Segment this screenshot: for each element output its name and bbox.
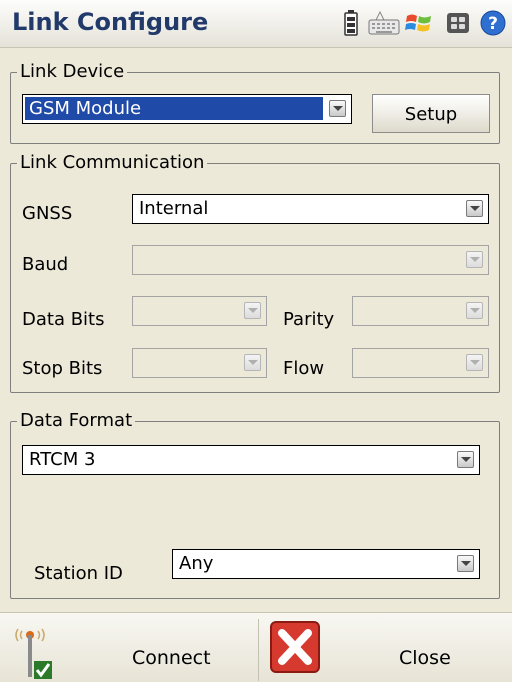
help-icon[interactable]: ? xyxy=(480,10,506,36)
title-bar: Link Configure ? xyxy=(0,0,512,48)
keyboard-icon[interactable] xyxy=(368,10,400,36)
antenna-icon xyxy=(15,628,52,679)
data-bits-label: Data Bits xyxy=(22,309,105,330)
page-title: Link Configure xyxy=(12,8,209,36)
data-bits-select[interactable] xyxy=(132,296,267,326)
chevron-down-icon xyxy=(244,354,261,371)
parity-label: Parity xyxy=(283,309,335,330)
setup-button[interactable]: Setup xyxy=(372,94,490,133)
link-device-value: GSM Module xyxy=(25,97,323,120)
windows-start-icon[interactable] xyxy=(404,10,434,36)
link-device-legend: Link Device xyxy=(17,61,128,82)
svg-text:?: ? xyxy=(488,14,498,34)
battery-icon[interactable] xyxy=(344,10,358,36)
task-manager-icon[interactable] xyxy=(446,10,470,36)
stop-bits-select[interactable] xyxy=(132,348,267,378)
station-id-value: Any xyxy=(179,553,214,574)
connect-button[interactable]: Connect xyxy=(0,613,258,682)
chevron-down-icon xyxy=(244,302,261,319)
connect-button-label: Connect xyxy=(132,647,211,669)
chevron-down-icon xyxy=(466,251,483,268)
parity-select[interactable] xyxy=(352,296,489,326)
gnss-select[interactable]: Internal xyxy=(132,194,489,224)
setup-button-label: Setup xyxy=(404,104,458,125)
close-icon xyxy=(270,621,320,673)
data-format-select[interactable]: RTCM 3 xyxy=(22,445,480,475)
close-button-label: Close xyxy=(399,647,451,669)
link-communication-legend: Link Communication xyxy=(17,152,208,173)
close-button[interactable]: Close xyxy=(259,613,512,682)
baud-select[interactable] xyxy=(132,245,489,275)
baud-label: Baud xyxy=(22,254,69,275)
stop-bits-label: Stop Bits xyxy=(22,358,103,379)
flow-select[interactable] xyxy=(352,348,489,378)
chevron-down-icon xyxy=(466,302,483,319)
gnss-value: Internal xyxy=(139,198,209,219)
chevron-down-icon[interactable] xyxy=(457,555,474,572)
station-id-label: Station ID xyxy=(34,563,123,584)
link-device-select[interactable]: GSM Module xyxy=(22,94,352,124)
gnss-label: GNSS xyxy=(22,203,73,224)
command-bar: Connect Close xyxy=(0,612,512,682)
station-id-select[interactable]: Any xyxy=(172,549,480,579)
flow-label: Flow xyxy=(283,358,325,379)
chevron-down-icon[interactable] xyxy=(329,100,346,117)
data-format-value: RTCM 3 xyxy=(29,449,96,470)
chevron-down-icon xyxy=(466,354,483,371)
chevron-down-icon[interactable] xyxy=(457,451,474,468)
data-format-legend: Data Format xyxy=(17,410,136,431)
chevron-down-icon[interactable] xyxy=(466,200,483,217)
